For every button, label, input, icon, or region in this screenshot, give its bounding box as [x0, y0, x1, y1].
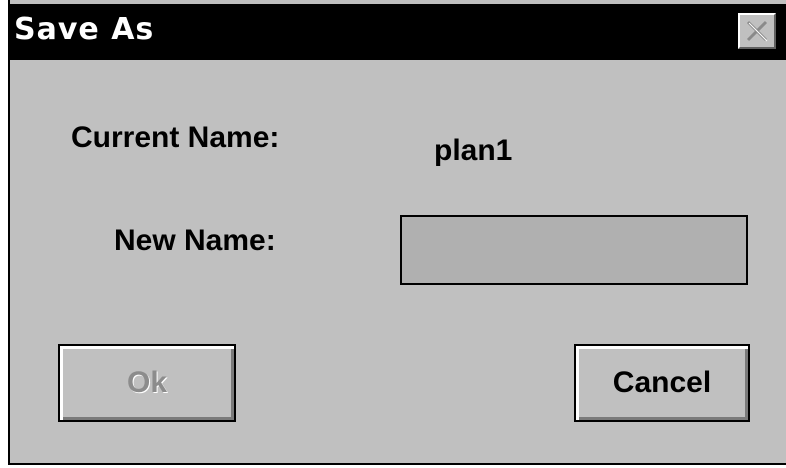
ok-button[interactable]: Ok	[58, 344, 236, 422]
dialog-title: Save As	[14, 12, 155, 47]
current-name-label: Current Name:	[71, 121, 280, 154]
title-bar[interactable]: Save As	[10, 4, 786, 60]
save-as-dialog: Save As Current Name: plan1 New Name: Ok…	[8, 0, 786, 465]
close-button[interactable]	[738, 13, 776, 49]
new-name-input[interactable]	[400, 215, 748, 285]
new-name-label: New Name:	[114, 224, 276, 257]
current-name-value: plan1	[434, 134, 513, 167]
cancel-button[interactable]: Cancel	[574, 344, 750, 422]
close-x-icon	[746, 20, 768, 42]
